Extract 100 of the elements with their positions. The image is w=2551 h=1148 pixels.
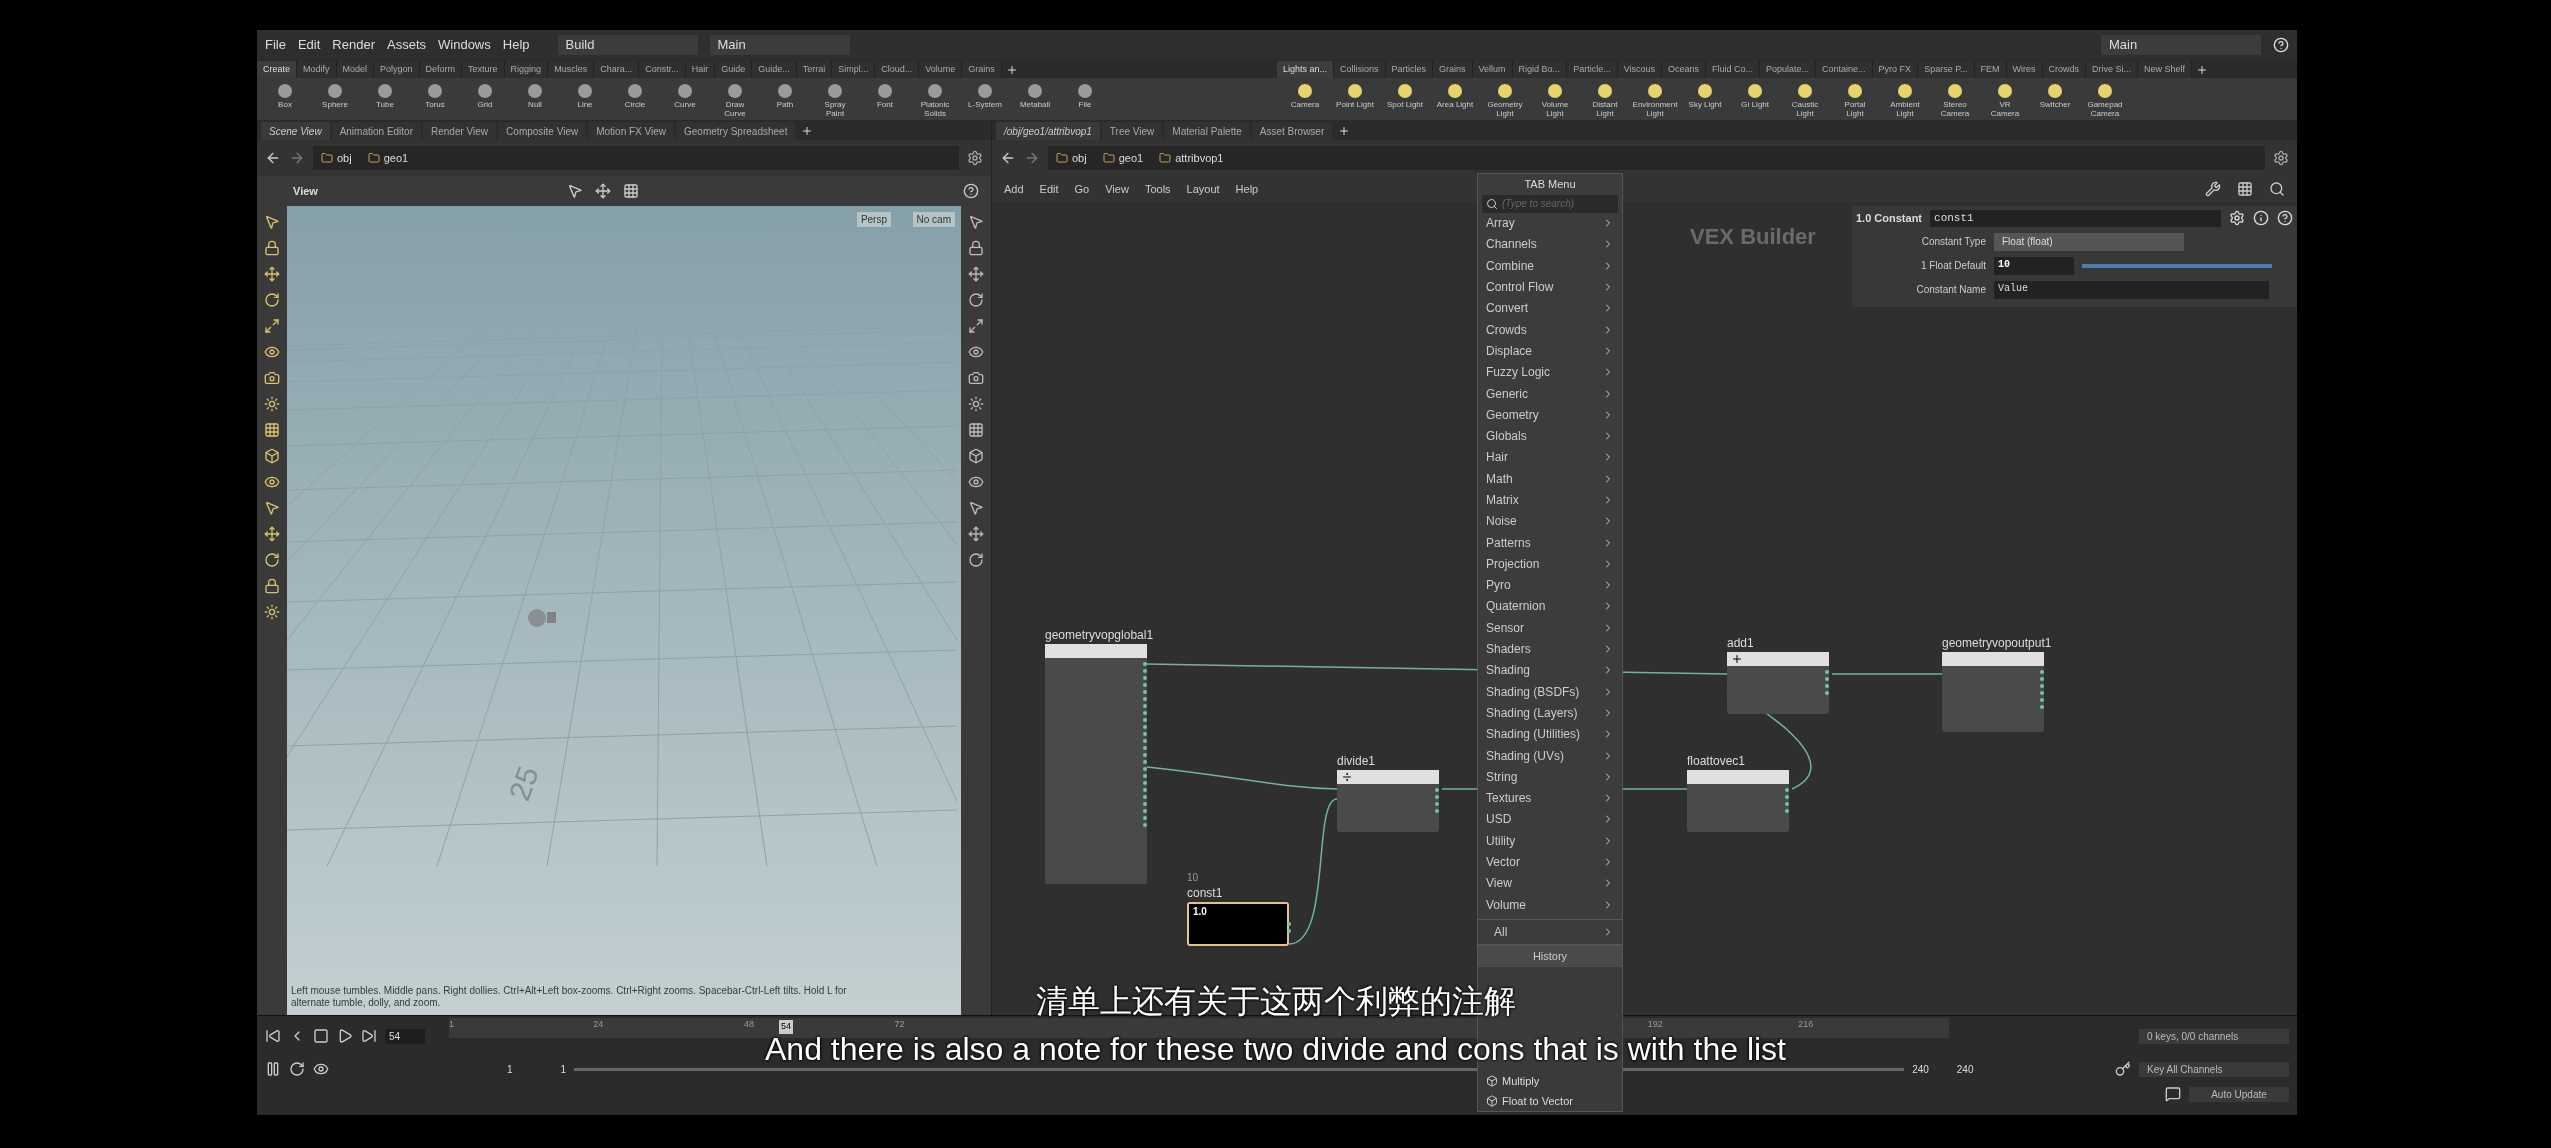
shelf-tab[interactable]: Drive Si... — [2086, 61, 2139, 78]
forward-icon[interactable] — [1024, 150, 1040, 166]
tool-icon[interactable] — [264, 370, 280, 386]
port-dot-icon[interactable] — [1143, 795, 1147, 799]
shelf-tab[interactable]: Deform — [419, 61, 463, 78]
playback-icon[interactable] — [361, 1028, 377, 1044]
menu-item[interactable]: Patterns — [1478, 531, 1622, 554]
gear-icon[interactable] — [2229, 210, 2245, 227]
port-dot-icon[interactable] — [1143, 823, 1147, 827]
shelf-tool[interactable]: GI Light — [1735, 82, 1775, 109]
display-icon[interactable] — [968, 422, 984, 438]
display-icon[interactable] — [968, 526, 984, 542]
port-dot-icon[interactable] — [1143, 704, 1147, 708]
menu-item[interactable]: Render — [332, 35, 375, 55]
display-icon[interactable] — [968, 292, 984, 308]
port-dot-icon[interactable] — [2040, 670, 2044, 674]
port-dot-icon[interactable] — [1785, 795, 1789, 799]
menu-item[interactable]: Noise — [1478, 510, 1622, 532]
node-name-field[interactable]: const1 — [1930, 210, 2221, 227]
help-icon[interactable] — [963, 183, 979, 199]
number-field[interactable]: 10 — [1994, 256, 2074, 275]
port-dot-icon[interactable] — [1143, 683, 1147, 687]
shelf-tool[interactable]: Camera — [1285, 82, 1325, 109]
key-icon[interactable] — [2115, 1061, 2131, 1077]
tool-icon[interactable] — [264, 396, 280, 412]
playback-icon[interactable] — [265, 1028, 281, 1044]
port-dot-icon[interactable] — [1143, 753, 1147, 757]
node-body[interactable] — [1337, 770, 1439, 832]
tool-icon[interactable] — [264, 318, 280, 334]
path-segment[interactable]: obj — [337, 149, 352, 167]
layout-dropdown[interactable]: Main — [2101, 35, 2261, 55]
shelf-tool[interactable]: Switcher — [2035, 82, 2075, 109]
port-dot-icon[interactable] — [1143, 711, 1147, 715]
shelf-tool[interactable]: Spot Light — [1385, 82, 1425, 109]
node-body[interactable] — [1727, 652, 1829, 714]
network-menu-item[interactable]: Go — [1074, 180, 1090, 198]
add-shelf-icon[interactable] — [1005, 64, 1018, 76]
shelf-tool[interactable]: Portal Light — [1835, 82, 1875, 118]
menu-item[interactable]: Shading (UVs) — [1478, 744, 1622, 767]
tool-icon[interactable] — [264, 292, 280, 308]
path-segment[interactable]: obj — [1072, 149, 1087, 167]
grid-icon[interactable] — [623, 183, 639, 199]
tool-icon[interactable] — [264, 422, 280, 438]
shelf-tool[interactable]: Distant Light — [1585, 82, 1625, 118]
menu-item[interactable]: Hair — [1478, 446, 1622, 469]
path-segment[interactable]: geo1 — [383, 149, 409, 167]
shelf-tool[interactable]: Gamepad Camera — [2085, 82, 2125, 118]
shelf-tab[interactable]: Modify — [297, 61, 337, 78]
menu-item[interactable]: Geometry — [1478, 404, 1622, 426]
move-icon[interactable] — [595, 183, 611, 199]
shelf-tab[interactable]: Simpl... — [832, 61, 876, 78]
shelf-tab[interactable]: Terrai — [796, 61, 833, 78]
shelf-tab[interactable]: Containe... — [1816, 61, 1873, 78]
layout-dropdown[interactable]: Main — [709, 35, 850, 55]
shelf-tab[interactable]: Vellum — [1472, 61, 1513, 78]
shelf-tab[interactable]: FEM — [1974, 61, 2007, 78]
shelf-tool[interactable]: L-System — [965, 82, 1005, 109]
port-dot-icon[interactable] — [2040, 705, 2044, 709]
shelf-tool[interactable]: Circle — [615, 82, 655, 109]
shelf-tab[interactable]: New Shelf — [2138, 61, 2193, 78]
wrench-icon[interactable] — [2205, 181, 2221, 197]
add-tab-icon[interactable] — [801, 125, 814, 137]
port-dot-icon[interactable] — [1825, 677, 1829, 681]
menu-item[interactable]: File — [265, 35, 286, 55]
shelf-tool[interactable]: File — [1065, 82, 1105, 109]
node-body[interactable] — [1045, 644, 1147, 884]
camera-menu[interactable]: Persp — [856, 212, 891, 227]
port-dot-icon[interactable] — [1143, 732, 1147, 736]
pane-tab[interactable]: Render View — [423, 122, 497, 140]
shelf-tab[interactable]: Hair — [685, 61, 716, 78]
shelf-tab[interactable]: Sparse P... — [1918, 61, 1975, 78]
menu-item[interactable]: USD — [1478, 808, 1622, 831]
port-dot-icon[interactable] — [1143, 802, 1147, 806]
shelf-tool[interactable]: Box — [265, 82, 305, 109]
menu-item[interactable]: Sensor — [1478, 617, 1622, 639]
port-dot-icon[interactable] — [1785, 809, 1789, 813]
menu-item[interactable]: Combine — [1478, 255, 1622, 277]
shelf-tool[interactable]: Font — [865, 82, 905, 109]
menu-item[interactable]: Textures — [1478, 787, 1622, 809]
port-dot-icon[interactable] — [1143, 809, 1147, 813]
forward-icon[interactable] — [289, 150, 305, 166]
menu-item[interactable]: Matrix — [1478, 489, 1622, 511]
shelf-tool[interactable]: Ambient Light — [1885, 82, 1925, 118]
port-dot-icon[interactable] — [1143, 697, 1147, 701]
shelf-tool[interactable]: Draw Curve — [715, 82, 755, 118]
port-dot-icon[interactable] — [1143, 781, 1147, 785]
shelf-tab[interactable]: Populate... — [1760, 61, 1817, 78]
menu-item[interactable]: Windows — [438, 35, 491, 55]
display-icon[interactable] — [968, 474, 984, 490]
help-icon[interactable] — [2277, 210, 2293, 227]
port-dot-icon[interactable] — [1287, 922, 1291, 926]
pane-tab[interactable]: Scene View — [261, 122, 330, 140]
shelf-tool[interactable]: Geometry Light — [1485, 82, 1525, 118]
port-dot-icon[interactable] — [1825, 670, 1829, 674]
menu-item[interactable]: Convert — [1478, 297, 1622, 319]
port-dot-icon[interactable] — [1785, 802, 1789, 806]
shelf-tab[interactable]: Model — [336, 61, 375, 78]
menu-item[interactable]: Pyro — [1478, 574, 1622, 596]
display-icon[interactable] — [968, 396, 984, 412]
shelf-tool[interactable]: Stereo Camera — [1935, 82, 1975, 118]
